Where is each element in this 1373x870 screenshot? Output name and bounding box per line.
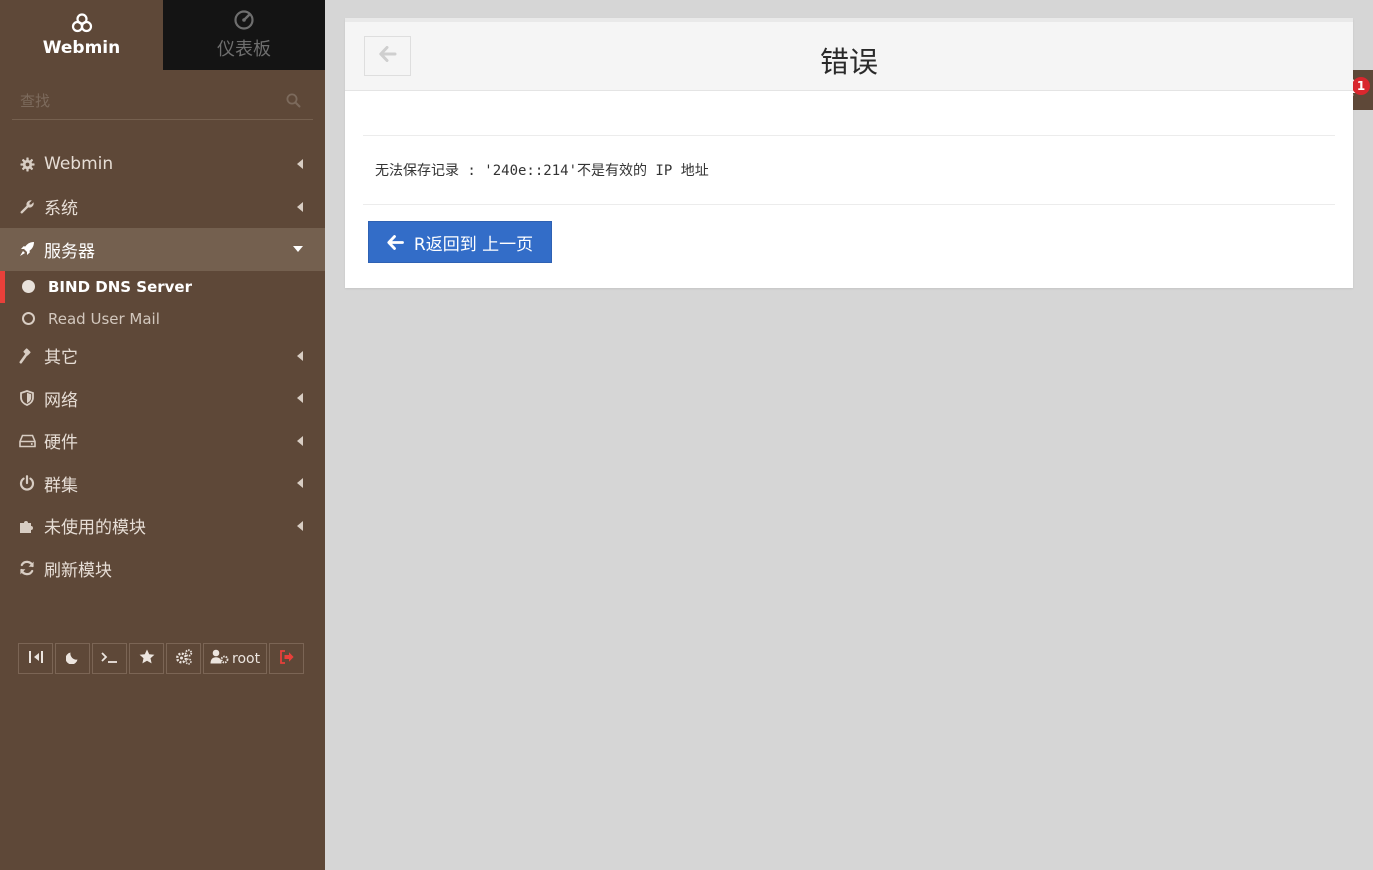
circle-outline-icon [22, 312, 35, 325]
sidebar-subitem-label: Read User Mail [48, 309, 160, 328]
error-message: 无法保存记录 : '240e::214'不是有效的 IP 地址 [363, 136, 1335, 205]
notification-badge: 1 [1352, 77, 1370, 95]
favorites-button[interactable] [129, 643, 164, 674]
return-previous-button[interactable]: R返回到 上一页 [368, 221, 552, 263]
hdd-icon [18, 432, 36, 450]
sidebar-item-webmin[interactable]: Webmin [0, 143, 325, 186]
webmin-logo-icon [71, 12, 93, 34]
tab-dashboard-label: 仪表板 [217, 39, 271, 60]
sidebar-item-label: 未使用的模块 [44, 518, 146, 539]
collapse-sidebar-button[interactable] [18, 643, 53, 674]
search-icon[interactable] [286, 93, 301, 112]
caret-down-icon [293, 246, 303, 253]
wrench-icon [18, 198, 36, 216]
sidebar-toolbar: root [18, 643, 306, 674]
sidebar-item-hardware[interactable]: 硬件 [0, 420, 325, 463]
sidebar-item-label: 服务器 [44, 241, 95, 262]
sidebar-item-label: 硬件 [44, 433, 78, 454]
sidebar-tabs: Webmin 仪表板 [0, 0, 325, 70]
sidebar-item-system[interactable]: 系统 [0, 186, 325, 229]
user-cog-icon [210, 649, 229, 668]
gear-icon [18, 155, 36, 173]
panel-body: 无法保存记录 : '240e::214'不是有效的 IP 地址 R返回到 上一页 [345, 135, 1353, 263]
rocket-icon [18, 240, 36, 258]
refresh-icon [18, 559, 36, 577]
cogs-icon [175, 648, 193, 669]
terminal-icon [101, 651, 118, 667]
terminal-button[interactable] [92, 643, 127, 674]
caret-left-icon [297, 393, 303, 404]
sign-out-icon [279, 649, 295, 668]
circle-filled-icon [22, 280, 35, 293]
sidebar-menu: Webmin 系统 服务器 BIND DNS Server Read User … [0, 143, 325, 590]
sidebar-item-refresh-modules[interactable]: 刷新模块 [0, 547, 325, 590]
main-panel: 错误 无法保存记录 : '240e::214'不是有效的 IP 地址 R返回到 … [345, 18, 1353, 288]
collapse-icon [28, 650, 44, 668]
sidebar-subitem-read-user-mail[interactable]: Read User Mail [0, 303, 325, 335]
return-button-label: R返回到 上一页 [413, 234, 534, 255]
panel-header: 错误 [345, 18, 1353, 91]
sidebar-subitem-bind-dns[interactable]: BIND DNS Server [0, 270, 325, 303]
caret-left-icon [297, 520, 303, 531]
arrow-left-icon [387, 234, 404, 250]
user-button[interactable]: root [203, 643, 268, 674]
sidebar-item-label: 群集 [44, 475, 78, 496]
night-mode-button[interactable] [55, 643, 90, 674]
sidebar-item-networking[interactable]: 网络 [0, 377, 325, 420]
caret-left-icon [297, 478, 303, 489]
puzzle-icon [18, 517, 36, 535]
search-input[interactable] [12, 84, 313, 118]
gavel-icon [18, 347, 36, 365]
username-label: root [232, 650, 261, 667]
sidebar: Webmin 仪表板 查找 Webmin 系统 服务器 BIND DNS Ser… [0, 0, 325, 870]
caret-left-icon [297, 435, 303, 446]
dashboard-icon [233, 9, 255, 31]
tab-dashboard[interactable]: 仪表板 [163, 0, 325, 70]
sidebar-item-label: Webmin [44, 154, 114, 175]
sidebar-item-others[interactable]: 其它 [0, 335, 325, 378]
sidebar-item-label: 其它 [44, 348, 78, 369]
sidebar-item-label: 网络 [44, 390, 78, 411]
sidebar-item-cluster[interactable]: 群集 [0, 462, 325, 505]
page-title: 错误 [819, 45, 878, 79]
power-icon [18, 474, 36, 492]
sidebar-item-label: 系统 [44, 199, 78, 220]
moon-icon [65, 650, 80, 668]
star-icon [139, 649, 155, 668]
tab-webmin[interactable]: Webmin [0, 0, 163, 70]
sidebar-item-unused-modules[interactable]: 未使用的模块 [0, 505, 325, 548]
caret-left-icon [297, 159, 303, 170]
caret-left-icon [297, 350, 303, 361]
caret-left-icon [297, 201, 303, 212]
sidebar-item-servers[interactable]: 服务器 [0, 228, 325, 271]
shield-icon [18, 389, 36, 407]
sidebar-subitem-label: BIND DNS Server [48, 277, 192, 296]
tab-webmin-label: Webmin [42, 38, 121, 58]
settings-button[interactable] [166, 643, 201, 674]
sidebar-search [12, 84, 313, 120]
sidebar-item-label: 刷新模块 [44, 560, 112, 581]
logout-button[interactable] [269, 643, 305, 674]
